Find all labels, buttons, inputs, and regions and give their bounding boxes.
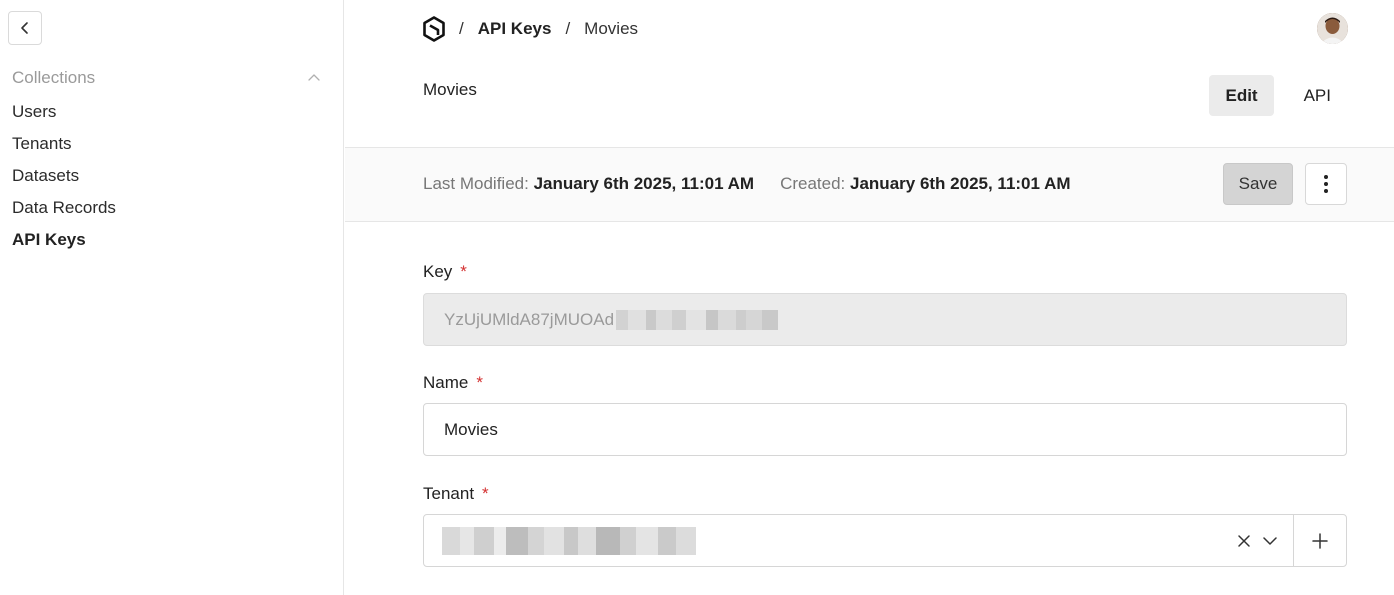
- plus-icon: [1312, 532, 1328, 549]
- key-label: Key *: [423, 262, 467, 282]
- document-meta: Last Modified: January 6th 2025, 11:01 A…: [423, 174, 1071, 194]
- tab-api[interactable]: API: [1288, 75, 1347, 116]
- chevron-up-icon[interactable]: [306, 70, 322, 86]
- sidebar-item-api-keys[interactable]: API Keys: [12, 228, 116, 260]
- save-button[interactable]: Save: [1223, 163, 1293, 205]
- collections-header[interactable]: Collections: [12, 66, 322, 90]
- sidebar-nav: Users Tenants Datasets Data Records API …: [12, 100, 116, 260]
- payload-logo-icon[interactable]: [423, 16, 445, 42]
- collections-title: Collections: [12, 68, 96, 87]
- key-label-text: Key: [423, 262, 453, 281]
- breadcrumb: / API Keys / Movies: [423, 14, 638, 44]
- tenant-label-text: Tenant: [423, 484, 475, 503]
- close-icon[interactable]: [1231, 528, 1257, 554]
- created-value: January 6th 2025, 11:01 AM: [850, 174, 1071, 193]
- last-modified-value: January 6th 2025, 11:01 AM: [533, 174, 755, 193]
- required-mark: *: [460, 262, 467, 281]
- sidebar-item-tenants[interactable]: Tenants: [12, 132, 116, 164]
- vertical-dots-icon: [1324, 175, 1328, 193]
- document-meta-bar: Last Modified: January 6th 2025, 11:01 A…: [345, 147, 1394, 222]
- avatar[interactable]: [1317, 13, 1348, 44]
- key-value: YzUjUMldA87jMUOAd: [444, 309, 615, 329]
- name-label-text: Name: [423, 373, 469, 392]
- sidebar-item-data-records[interactable]: Data Records: [12, 196, 116, 228]
- chevron-down-icon[interactable]: [1257, 528, 1283, 554]
- required-mark: *: [476, 373, 483, 392]
- sidebar: Collections Users Tenants Datasets Data …: [0, 0, 344, 595]
- app-root: Collections Users Tenants Datasets Data …: [0, 0, 1394, 595]
- back-button[interactable]: [8, 11, 42, 45]
- breadcrumb-separator: /: [459, 19, 464, 38]
- redacted-key-value: [616, 309, 779, 330]
- name-label: Name *: [423, 373, 483, 393]
- last-modified-label: Last Modified:: [423, 174, 529, 193]
- more-options-button[interactable]: [1305, 163, 1347, 205]
- document-title: Movies: [423, 80, 477, 99]
- view-tabs: Edit API: [1209, 75, 1347, 116]
- breadcrumb-document: Movies: [584, 19, 639, 38]
- add-tenant-button[interactable]: [1294, 515, 1346, 566]
- chevron-left-icon: [21, 22, 28, 34]
- required-mark: *: [482, 484, 489, 503]
- tenant-select-controls: [1231, 515, 1346, 566]
- key-field: YzUjUMldA87jMUOAd: [423, 293, 1347, 346]
- redacted-tenant-value: [442, 526, 696, 555]
- name-field[interactable]: [423, 403, 1347, 456]
- sidebar-item-users[interactable]: Users: [12, 100, 116, 132]
- tenant-label: Tenant *: [423, 484, 489, 504]
- tab-edit[interactable]: Edit: [1209, 75, 1274, 116]
- breadcrumb-separator: /: [565, 19, 571, 38]
- main-content: / API Keys / Movies Movies Edit API Last…: [345, 0, 1394, 595]
- created-label: Created:: [780, 174, 846, 193]
- breadcrumb-collection[interactable]: API Keys: [478, 19, 552, 39]
- name-input[interactable]: [444, 419, 1346, 440]
- sidebar-item-datasets[interactable]: Datasets: [12, 164, 116, 196]
- tenant-select[interactable]: [423, 514, 1347, 567]
